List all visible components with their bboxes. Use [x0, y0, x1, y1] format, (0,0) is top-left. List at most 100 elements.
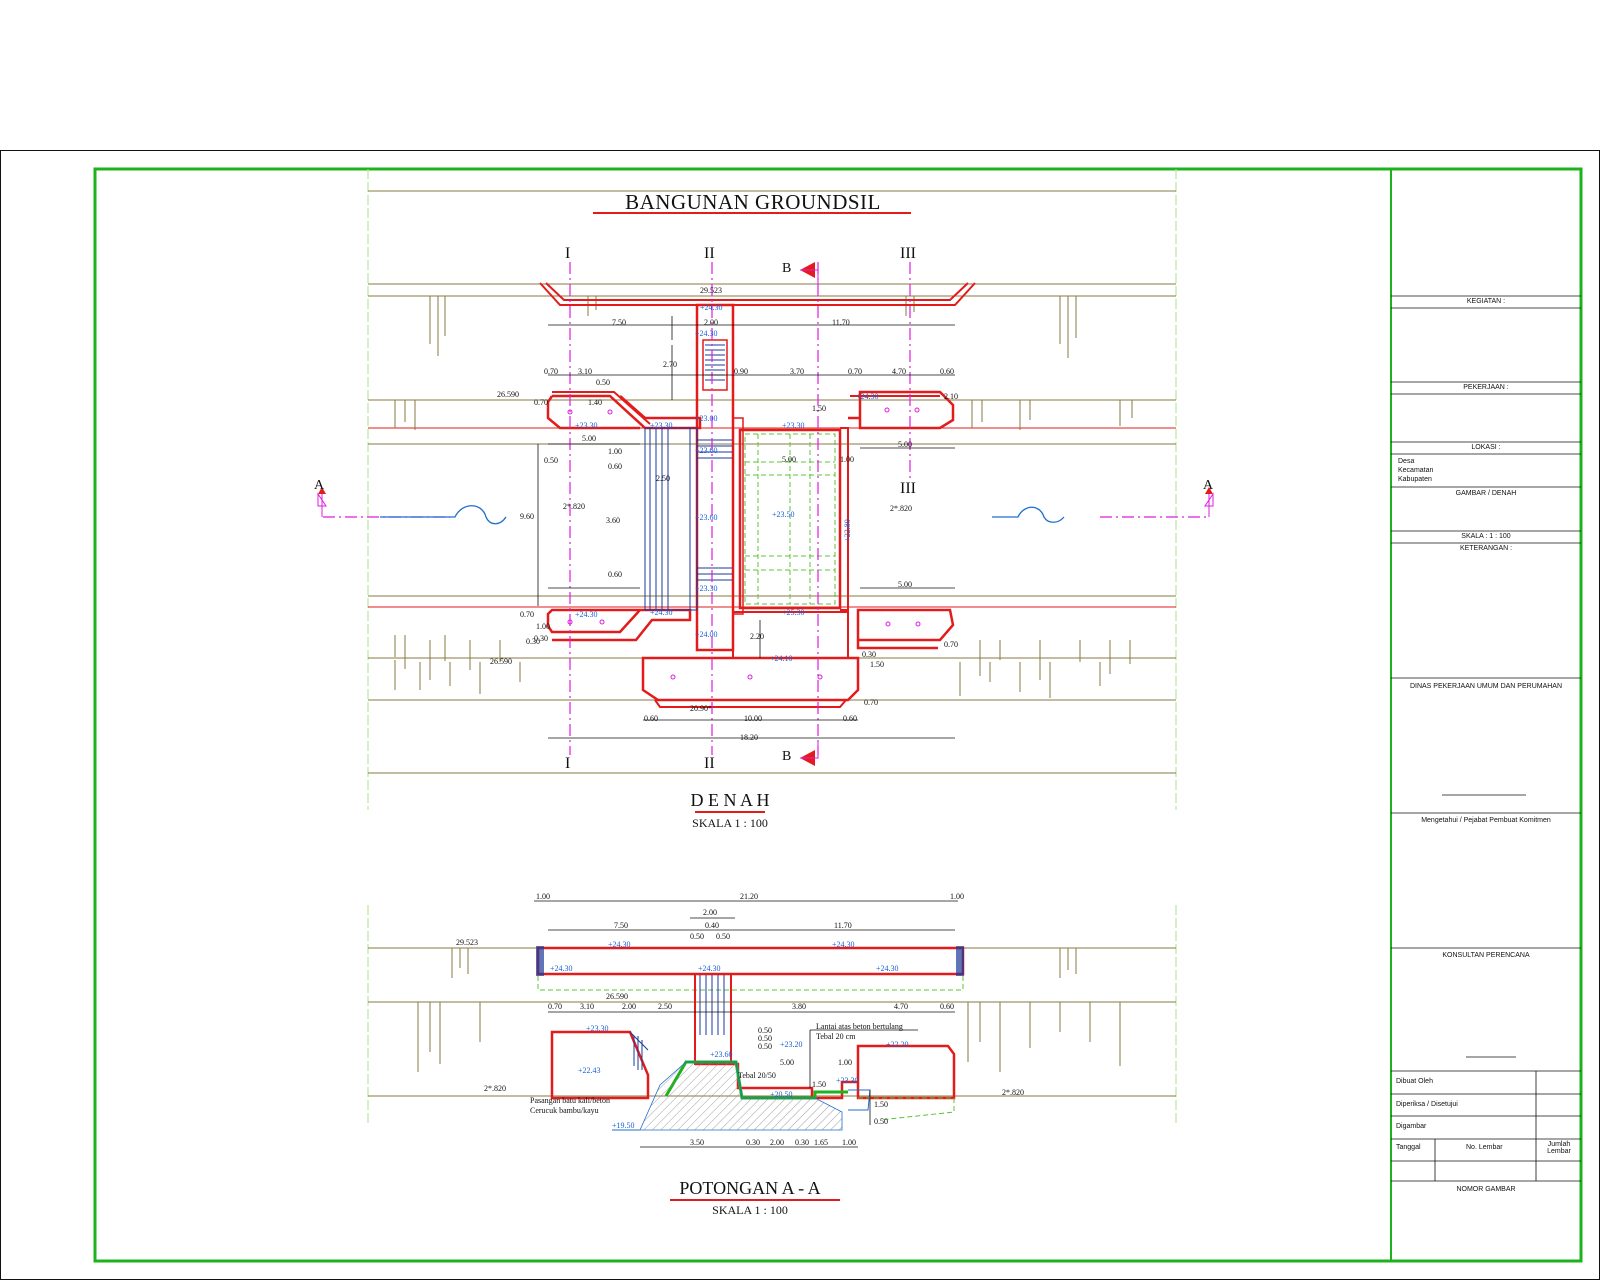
- tb-row-label: Diperiksa / Disetujui: [1396, 1101, 1458, 1108]
- dim: 7.50: [612, 318, 626, 327]
- axis-label-i-top: I: [565, 245, 571, 262]
- tb-lokasi-label: LOKASI :: [1471, 444, 1501, 451]
- level: +23.60: [710, 1050, 733, 1059]
- dim: 0.30: [862, 650, 876, 659]
- tb-lokasi-line: Kabupaten: [1398, 476, 1432, 483]
- dim: 5.00: [782, 455, 796, 464]
- dim: 7.50: [614, 921, 628, 930]
- dim: 2.20: [750, 632, 764, 641]
- section-note: Cerucuk bambu/kayu: [530, 1106, 599, 1115]
- level: +24.30: [650, 608, 673, 617]
- level: +20.50: [770, 1090, 793, 1099]
- dim: 3.50: [690, 1138, 704, 1147]
- plan-title-underline: [695, 811, 765, 813]
- tb-row-label: Dibuat Oleh: [1396, 1078, 1433, 1085]
- level: +23.00: [695, 414, 718, 423]
- level: +24.00: [695, 630, 718, 639]
- dim: 4.70: [894, 1002, 908, 1011]
- level: +24.30: [575, 610, 598, 619]
- elevation: 2*.820: [1002, 1088, 1024, 1097]
- axis-label-ii-top: II: [704, 245, 715, 262]
- dim: 1.00: [950, 892, 964, 901]
- dim: 1.50: [812, 404, 826, 413]
- dim: 9.60: [520, 512, 534, 521]
- level: +24.10: [770, 654, 793, 663]
- axis-label-iii-top: III: [900, 245, 916, 262]
- dim: 0.30: [746, 1138, 760, 1147]
- dim: 1.50: [812, 1080, 826, 1089]
- section-mark-b-bottom: B: [782, 749, 792, 764]
- dim: 0.60: [940, 367, 954, 376]
- dim: 2.00: [703, 908, 717, 917]
- axis-label-iii-mid: III: [900, 480, 916, 497]
- elevation: 2*.820: [563, 502, 585, 511]
- dim: 1.00: [838, 1058, 852, 1067]
- plan-title: D E N A H: [690, 790, 770, 810]
- dim: 5.00: [780, 1058, 794, 1067]
- tb-keterangan-label: KETERANGAN :: [1459, 545, 1513, 552]
- dim: 11.70: [834, 921, 852, 930]
- dim: 0.50: [544, 456, 558, 465]
- dim: 1.00: [536, 892, 550, 901]
- dim: 29.523: [700, 286, 722, 295]
- dim: 4.70: [892, 367, 906, 376]
- dim: 0.50: [758, 1042, 772, 1051]
- dim: 0.70: [520, 610, 534, 619]
- dim: 21.20: [740, 892, 758, 901]
- tb-row-label: Digambar: [1396, 1123, 1427, 1130]
- dim: 1.50: [874, 1100, 888, 1109]
- dim: 0.70: [944, 640, 958, 649]
- dim: 0.70: [848, 367, 862, 376]
- dim: 0.50: [874, 1117, 888, 1126]
- section-note: Pasangan batu kali/beton: [530, 1096, 610, 1105]
- main-title-underline: [593, 212, 911, 214]
- dim: 3.10: [580, 1002, 594, 1011]
- dim: 1.65: [814, 1138, 828, 1147]
- level: +19.50: [612, 1121, 635, 1130]
- section-mark-b-top: B: [782, 261, 792, 276]
- tb-konsultan-label: KONSULTAN PERENCANA: [1442, 952, 1530, 959]
- dim: 3.60: [606, 516, 620, 525]
- dim: 1.50: [870, 660, 884, 669]
- dim: 3.70: [790, 367, 804, 376]
- level: +23.60: [695, 513, 718, 522]
- level: +22.20: [886, 1040, 909, 1049]
- tb-kepala-label: Mengetahui / Pejabat Pembuat Komitmen: [1421, 817, 1551, 824]
- dim: 0.70: [534, 398, 548, 407]
- dim: 0.60: [608, 462, 622, 471]
- level: +23.30: [782, 421, 805, 430]
- dim: 2.00: [622, 1002, 636, 1011]
- section-title: POTONGAN A - A: [679, 1178, 821, 1198]
- level: +24.30: [700, 303, 723, 312]
- dim: 1.40: [588, 398, 602, 407]
- level: +24.30: [856, 392, 879, 401]
- dim: 0.60: [608, 570, 622, 579]
- section-note: Tebal 20 cm: [816, 1032, 856, 1041]
- dim: 2.50: [656, 474, 670, 483]
- tb-dinas-label: DINAS PEKERJAAN UMUM DAN PERUMAHAN: [1409, 683, 1563, 690]
- level: +23.30: [836, 1076, 859, 1085]
- section-mark-a-left: A: [314, 478, 325, 493]
- dim: 0.70: [544, 367, 558, 376]
- dim: 0.50: [690, 932, 704, 941]
- dim: 3.80: [792, 1002, 806, 1011]
- level: +23.30: [575, 421, 598, 430]
- level: +23.60: [695, 446, 718, 455]
- section-title-underline: [670, 1199, 840, 1201]
- dim: 0.30: [795, 1138, 809, 1147]
- level: +24.30: [876, 964, 899, 973]
- axis-label-i-bottom: I: [565, 755, 571, 772]
- dim: 1.00: [840, 455, 854, 464]
- elevation: 20.90*: [690, 704, 712, 713]
- dim: 0.30: [534, 634, 548, 643]
- dim: 1.00: [608, 447, 622, 456]
- dim: 1.00: [536, 622, 550, 631]
- level: +23.20: [780, 1040, 803, 1049]
- tb-tanggal-label: Tanggal: [1396, 1144, 1421, 1151]
- level: +23.30: [650, 421, 673, 430]
- section-note: Lantai atas beton bertulang: [816, 1022, 903, 1031]
- elevation: 26.590: [606, 992, 628, 1001]
- level: +24.30: [695, 329, 718, 338]
- dim: 0.70: [864, 698, 878, 707]
- dim: 1.00: [842, 1138, 856, 1147]
